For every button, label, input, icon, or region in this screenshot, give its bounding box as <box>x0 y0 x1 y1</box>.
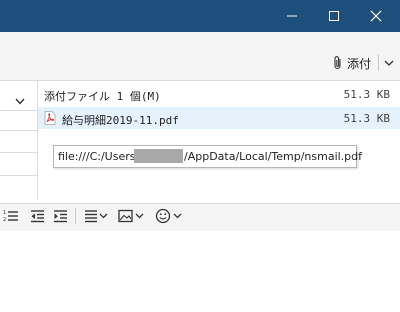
emoji-icon <box>155 208 182 224</box>
numbered-list-button[interactable]: 1 2 <box>3 207 19 225</box>
tooltip-path-suffix: /AppData/Local/Temp/nsmail.pdf <box>184 150 363 163</box>
attach-button[interactable]: 添付 <box>332 54 371 72</box>
attachment-total-size: 51.3 KB <box>343 88 390 101</box>
attachment-path-tooltip: file:///C:/Users/ /AppData/Local/Temp/ns… <box>53 145 362 168</box>
numbered-list-icon: 1 2 <box>3 210 18 223</box>
toolbar-separator <box>378 55 379 71</box>
paperclip-icon <box>334 56 341 70</box>
outdent-icon <box>31 210 44 223</box>
indent-button[interactable] <box>53 207 68 225</box>
attachment-item[interactable]: 給与明細2019-11.pdf 51.3 KB <box>38 107 400 129</box>
field-divider <box>0 152 37 153</box>
emoji-button[interactable] <box>155 207 183 225</box>
close-icon <box>370 10 382 22</box>
align-button[interactable] <box>84 207 108 225</box>
minimize-button[interactable] <box>274 0 310 32</box>
attachment-filename: 給与明細2019-11.pdf <box>62 114 179 127</box>
pdf-icon <box>44 111 56 125</box>
indent-icon <box>54 210 67 223</box>
insert-image-button[interactable] <box>118 207 144 225</box>
tooltip-path-prefix: file:///C:/Users/ <box>58 150 140 163</box>
outdent-button[interactable] <box>30 207 45 225</box>
svg-text:1: 1 <box>3 210 6 216</box>
chevron-down-icon <box>15 98 25 105</box>
redacted-username <box>134 149 183 163</box>
expand-header-button[interactable] <box>14 92 26 105</box>
message-body-editor[interactable] <box>0 231 400 312</box>
attachment-count-label: 添付ファイル 1 個(M) <box>44 90 161 103</box>
svg-text:2: 2 <box>3 217 6 223</box>
insert-image-icon <box>118 209 144 223</box>
field-divider <box>0 110 37 111</box>
attach-label: 添付 <box>347 56 372 71</box>
attach-dropdown-button[interactable] <box>382 54 396 72</box>
close-button[interactable] <box>358 0 394 32</box>
maximize-icon <box>329 11 339 21</box>
attachment-header[interactable]: 添付ファイル 1 個(M) 51.3 KB <box>38 83 400 105</box>
field-divider <box>0 130 37 131</box>
toolbar-separator <box>75 208 76 224</box>
minimize-icon <box>287 15 297 17</box>
chevron-down-icon <box>384 60 394 66</box>
attachment-size: 51.3 KB <box>343 112 390 125</box>
field-divider <box>0 175 37 176</box>
maximize-button[interactable] <box>316 0 352 32</box>
align-icon <box>85 210 108 223</box>
